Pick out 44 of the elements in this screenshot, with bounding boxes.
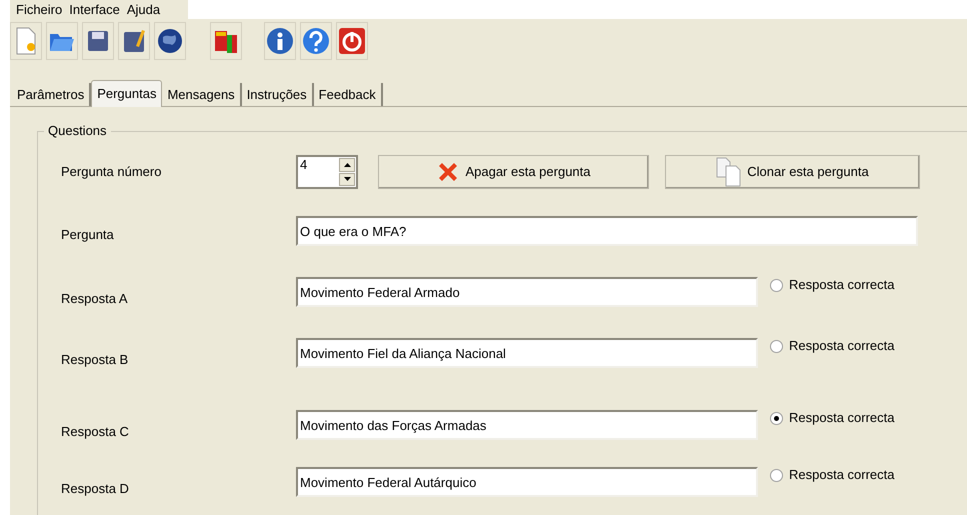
up-arrow-icon [344, 162, 350, 167]
new-file-button[interactable] [10, 22, 42, 60]
spin-down-button[interactable] [339, 172, 355, 186]
field-label: Resposta D [61, 480, 130, 498]
language-button[interactable] [210, 22, 242, 60]
clone-question-button[interactable]: Clonar esta pergunta [665, 155, 920, 189]
correct-answer-radio[interactable]: Resposta correcta [770, 409, 894, 427]
new-file-icon [15, 27, 37, 55]
help-button[interactable] [300, 22, 332, 60]
menu-item[interactable]: Interface [66, 0, 123, 20]
tab[interactable]: Perguntas [91, 80, 162, 107]
group-title: Questions [44, 123, 111, 139]
exit-button[interactable] [336, 22, 368, 60]
answer-field[interactable]: Movimento Federal Armado [296, 277, 758, 307]
globe-icon [157, 28, 183, 54]
answer-field[interactable]: Movimento Fiel da Aliança Nacional [296, 338, 758, 368]
power-icon [338, 27, 366, 55]
field-label: Pergunta número [61, 163, 162, 182]
answer-field[interactable]: Movimento Federal Autárquico [296, 467, 758, 497]
save-button[interactable] [82, 22, 114, 60]
spinner-value: 4 [299, 157, 308, 174]
web-button[interactable] [154, 22, 186, 60]
menu-item[interactable]: Ajuda [124, 0, 164, 20]
info-icon [266, 27, 294, 55]
number-spinner[interactable]: 4 [296, 155, 358, 189]
question-field[interactable]: O que era o MFA? [296, 216, 918, 246]
menu-item[interactable]: Ficheiro [13, 0, 66, 20]
floppy-pencil-icon [122, 28, 146, 54]
down-arrow-icon [344, 177, 350, 182]
help-icon [302, 27, 330, 55]
open-button[interactable] [46, 22, 78, 60]
spin-up-button[interactable] [339, 158, 355, 172]
save-as-button[interactable] [118, 22, 150, 60]
info-button[interactable] [264, 22, 296, 60]
delete-question-button[interactable]: Apagar esta pergunta [378, 155, 649, 189]
correct-answer-radio[interactable]: Resposta correcta [770, 337, 894, 355]
field-label: Resposta A [61, 290, 128, 308]
correct-answer-radio[interactable]: Resposta correcta [770, 276, 894, 294]
copy-pages-icon [716, 157, 742, 187]
correct-answer-radio[interactable]: Resposta correcta [770, 466, 894, 484]
field-label: Resposta B [61, 351, 130, 369]
answer-field[interactable]: Movimento das Forças Armadas [296, 410, 758, 440]
field-label: Resposta C [61, 423, 130, 441]
field-label: Pergunta [61, 226, 115, 244]
